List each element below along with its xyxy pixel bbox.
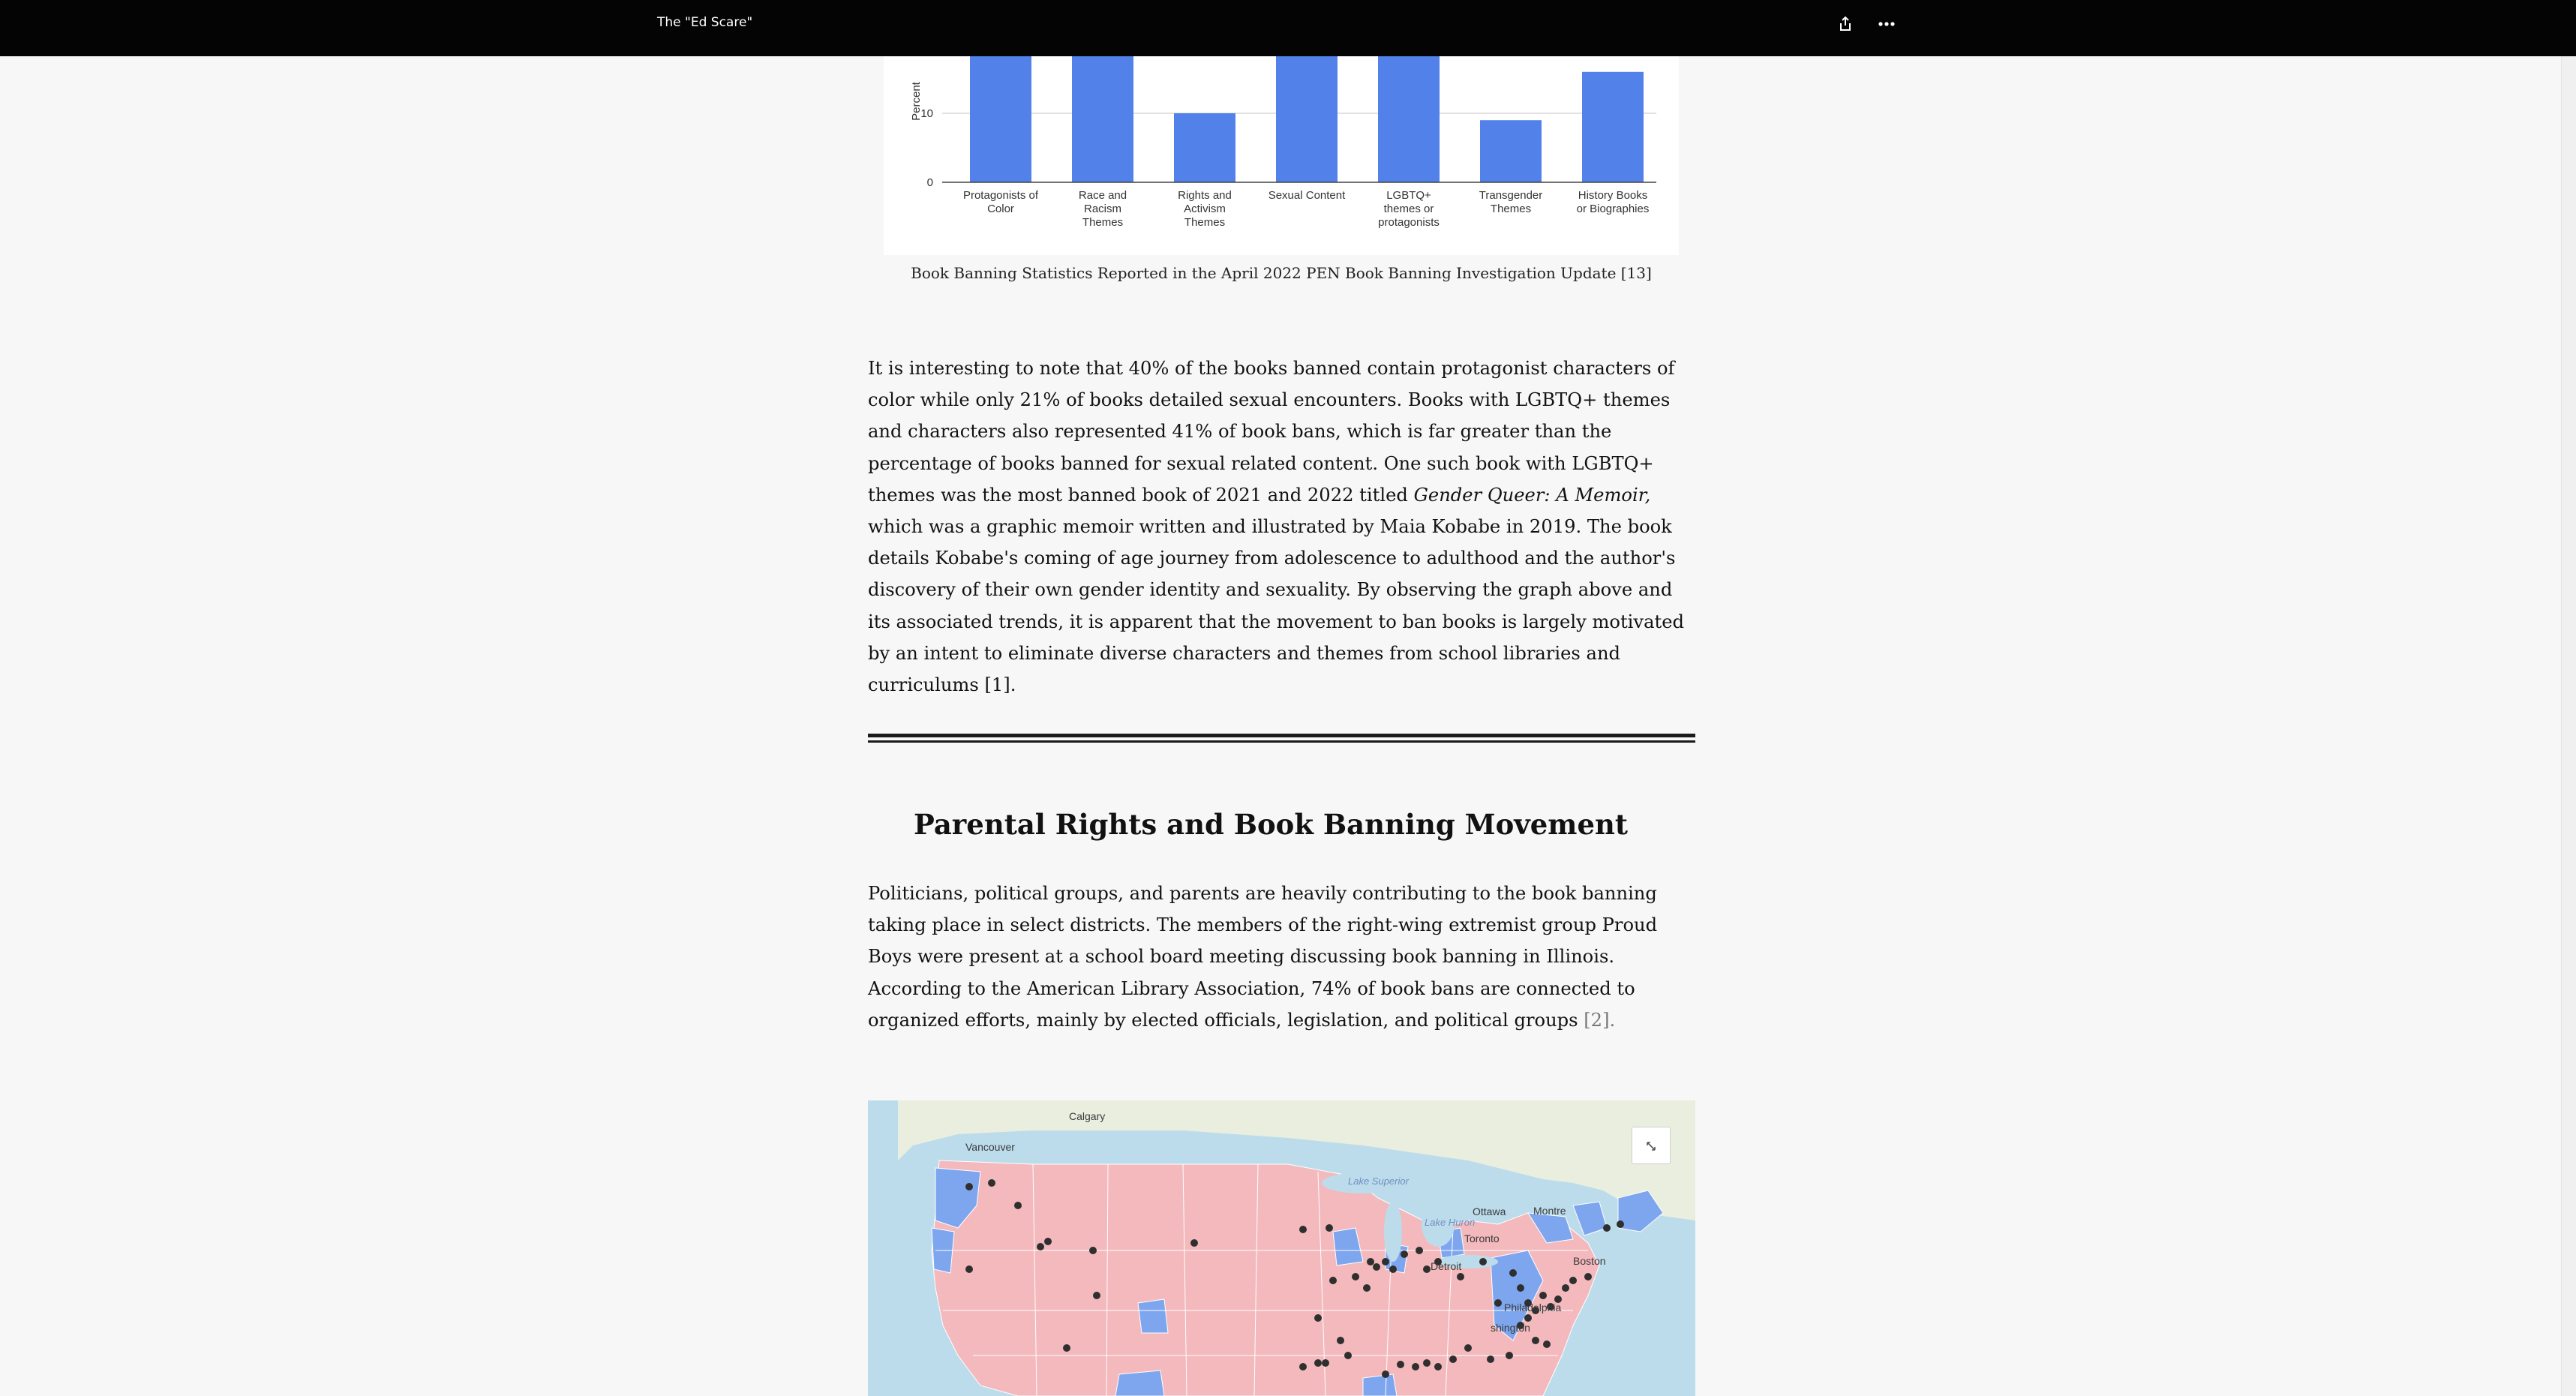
x-category-label: Themes [1082,216,1123,229]
x-category-label: Rights and [1178,189,1232,202]
map-label-lake-superior: Lake Superior [1348,1175,1410,1187]
map-label-vancouver: Vancouver [965,1141,1015,1153]
paragraph-text: It is interesting to note that 40% of th… [868,358,1675,506]
map-label-montreal: Montre [1533,1205,1566,1217]
x-category-label: protagonists [1378,216,1440,229]
x-category-label: Transgender [1479,189,1543,202]
map-label-detroit: Detroit [1431,1260,1461,1272]
top-bar: The "Ed Scare" [0,0,2576,56]
x-category-label: themes or [1384,203,1434,215]
map-label-philadelphia: Philadelphia [1504,1301,1561,1313]
map-label-calgary: Calgary [1069,1110,1105,1122]
x-category-label: Color [987,203,1014,215]
bar [1072,56,1133,182]
y-axis-title: Percent [910,81,923,121]
citation-link[interactable]: [2]. [1584,1010,1615,1031]
bar [970,56,1031,182]
divider-line [868,734,1695,737]
scrollbar[interactable] [2561,56,2576,1396]
paragraph-text: which was a graphic memoir written and i… [868,516,1685,696]
bar-chart-svg: 010 Protagonists ofColorRace andRacismTh… [910,56,1656,229]
district-map[interactable]: Calgary Vancouver Ottawa Montre Toronto … [868,1100,1695,1396]
bar [1378,56,1440,182]
body-paragraph: Politicians, political groups, and paren… [868,878,1697,1036]
x-category-label: Themes [1491,203,1531,215]
share-icon[interactable] [1836,15,1854,33]
map-label-lake-huron: Lake Huron [1425,1217,1475,1228]
story-title: The "Ed Scare" [657,15,753,30]
x-category-label: Themes [1184,216,1225,229]
chart-caption: Book Banning Statistics Reported in the … [911,264,1652,282]
body-paragraph: It is interesting to note that 40% of th… [868,353,1697,701]
x-category-label: Race and [1079,189,1127,202]
section-divider [868,734,1695,744]
x-category-label: History Books [1578,189,1648,202]
y-tick-label: 0 [927,176,933,189]
x-category-label: or Biographies [1577,203,1650,215]
map-label-toronto: Toronto [1464,1232,1500,1244]
lake-michigan [1384,1202,1402,1262]
map-label-washington: shington [1491,1322,1530,1334]
x-category-label: LGBTQ+ [1386,189,1431,202]
bar [1276,56,1338,182]
x-category-label: Racism [1084,203,1121,215]
bar [1174,113,1235,182]
bar-chart: 0 10 Protagonists of Color Race and Racism Th… [884,56,1679,255]
more-icon[interactable] [1875,14,1898,35]
bar [1582,71,1644,182]
x-category-label: Sexual Content [1268,189,1346,202]
expand-map-button[interactable] [1632,1127,1671,1164]
map-label-ottawa: Ottawa [1473,1205,1506,1217]
expand-icon [1647,1142,1656,1151]
divider-line [868,740,1695,743]
paragraph-text: Politicians, political groups, and paren… [868,883,1658,1031]
map-label-boston: Boston [1573,1255,1606,1267]
book-title: Gender Queer: A Memoir, [1413,484,1651,506]
district-map-svg: Calgary Vancouver Ottawa Montre Toronto … [898,1100,1695,1396]
bar [1480,120,1542,182]
x-category-label: Protagonists of [963,189,1039,202]
x-category-label: Activism [1184,203,1226,215]
section-heading: Parental Rights and Book Banning Movemen… [913,808,1628,841]
